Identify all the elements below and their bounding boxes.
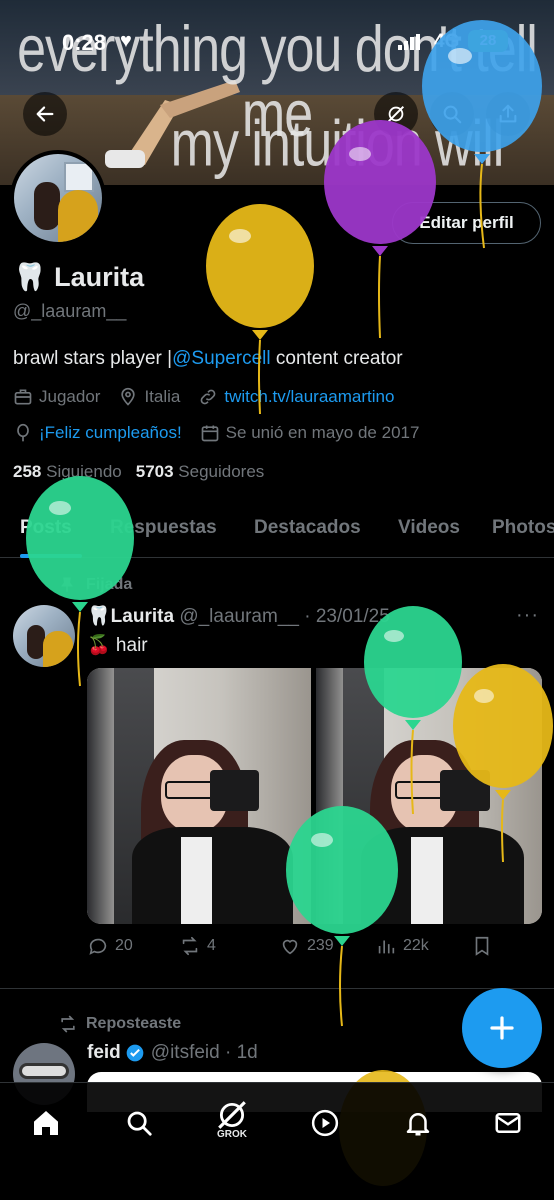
bio-text: brawl stars player |	[13, 348, 173, 369]
arrow-left-icon	[36, 106, 54, 122]
post-author-handle[interactable]: @_laauram__	[179, 606, 299, 627]
followers-label: Seguidores	[178, 462, 265, 481]
briefcase-icon	[14, 389, 32, 405]
balloon-icon	[17, 423, 29, 442]
verified-badge-icon	[126, 1044, 144, 1062]
repost-button[interactable]: 4	[179, 935, 216, 957]
reply-button[interactable]: 20	[87, 935, 133, 957]
bottom-navigation: GROK	[0, 1082, 554, 1200]
home-icon	[34, 1111, 58, 1135]
repost-author-name[interactable]: feid	[87, 1042, 121, 1064]
nav-search[interactable]	[119, 1103, 159, 1143]
blue-balloon	[422, 20, 542, 249]
play-icon	[311, 1109, 339, 1137]
bookmark-button[interactable]	[471, 935, 499, 957]
post-image-1[interactable]	[87, 668, 311, 924]
calendar-icon	[201, 425, 219, 442]
location-pin-icon	[121, 387, 136, 406]
repost-time[interactable]: · 1d	[225, 1042, 258, 1064]
grok-label: GROK	[217, 1129, 247, 1140]
yellow-balloon	[206, 204, 314, 415]
profile-joined: Se unió en mayo de 2017	[200, 423, 420, 443]
reply-icon	[89, 938, 107, 955]
heart-icon: ♥	[120, 30, 132, 52]
profile-category: Jugador	[13, 387, 100, 407]
bell-icon	[406, 1113, 430, 1136]
profile-birthday[interactable]: ¡Feliz cumpleaños!	[13, 423, 182, 443]
green-balloon	[286, 806, 398, 1027]
reply-count: 20	[115, 937, 133, 954]
tab-destacados[interactable]: Destacados	[254, 517, 361, 539]
repost-author-handle[interactable]: @itsfeid	[151, 1042, 220, 1064]
profile-handle: @_laauram__	[13, 301, 127, 321]
compose-button[interactable]	[462, 988, 542, 1068]
nav-grok[interactable]: GROK	[212, 1095, 252, 1140]
tab-photos[interactable]: Photos	[492, 517, 554, 539]
profile-avatar[interactable]	[10, 150, 106, 246]
repost-text: Reposteaste	[86, 1015, 182, 1032]
joined-text: Se unió en mayo de 2017	[225, 423, 420, 442]
category-text: Jugador	[39, 387, 101, 406]
followers-count: 5703	[135, 462, 174, 481]
profile-meta-row-2: ¡Feliz cumpleaños! Se unió en mayo de 20…	[13, 423, 437, 443]
signal-icon	[398, 34, 420, 50]
nav-messages[interactable]	[488, 1103, 528, 1143]
name-emoji: 🦷	[13, 262, 47, 292]
status-time: 0:28	[62, 30, 107, 55]
back-button[interactable]	[23, 92, 67, 136]
more-options-icon[interactable]: ···	[516, 604, 539, 627]
avatar-image	[14, 154, 102, 242]
nav-notifications[interactable]	[398, 1103, 438, 1143]
repost-icon	[61, 1015, 75, 1033]
profile-name: 🦷 Laurita	[13, 261, 144, 293]
profile-location: Italia	[118, 387, 180, 407]
purple-balloon	[324, 120, 436, 339]
views-count: 22k	[403, 937, 429, 954]
birthday-text[interactable]: ¡Feliz cumpleaños!	[39, 423, 182, 443]
nav-video[interactable]	[305, 1103, 345, 1143]
green-balloon	[364, 606, 462, 815]
grok-icon	[218, 1101, 246, 1129]
bookmark-icon	[475, 936, 489, 956]
search-icon	[127, 1111, 152, 1136]
repost-count: 4	[207, 937, 216, 954]
repost-icon	[182, 936, 198, 956]
repost-label: Reposteaste	[58, 1014, 181, 1034]
followers-link[interactable]: 5703 Seguidores	[136, 462, 265, 481]
tab-videos[interactable]: Videos	[398, 517, 460, 539]
post-divider	[0, 988, 554, 989]
mail-icon	[495, 1113, 521, 1133]
nav-home[interactable]	[26, 1103, 66, 1143]
yellow-balloon	[453, 664, 553, 863]
location-text: Italia	[144, 387, 181, 406]
repost-header: feid @itsfeid · 1d	[87, 1042, 258, 1064]
name-text: Laurita	[54, 262, 145, 292]
green-balloon	[26, 476, 134, 687]
plus-icon	[490, 1016, 514, 1040]
